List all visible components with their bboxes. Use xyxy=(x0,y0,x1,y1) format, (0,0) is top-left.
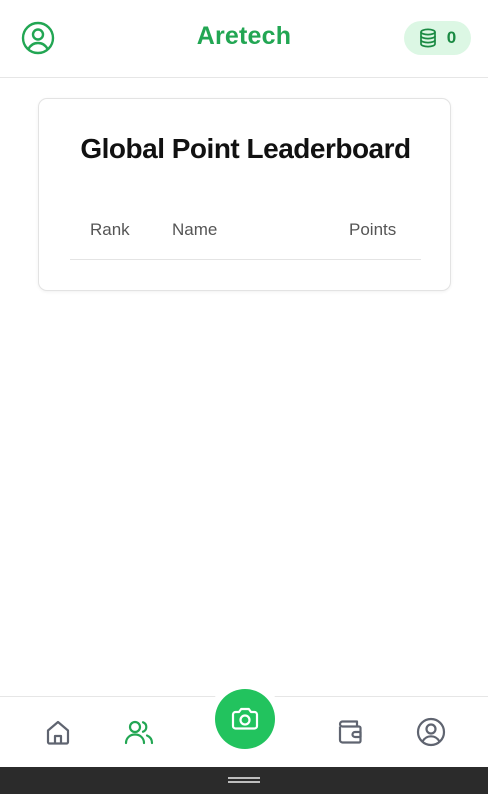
leaderboard-title: Global Point Leaderboard xyxy=(80,133,411,164)
nav-profile[interactable] xyxy=(414,715,448,749)
coins-stack-icon xyxy=(419,28,436,48)
home-gesture-handle[interactable] xyxy=(228,777,260,783)
column-header-rank: Rank xyxy=(90,220,130,239)
column-header-points: Points xyxy=(349,220,397,239)
system-navigation-bar xyxy=(0,767,488,794)
nav-wallet[interactable] xyxy=(333,715,367,749)
app-screen: Aretech 0 Global Point Leaderboard Rank … xyxy=(0,0,488,794)
camera-icon xyxy=(231,707,259,730)
nav-home[interactable] xyxy=(41,715,75,749)
table-header-divider xyxy=(70,259,421,260)
coin-count: 0 xyxy=(446,28,457,47)
camera-button[interactable] xyxy=(215,689,275,749)
top-header: Aretech 0 xyxy=(0,0,488,78)
nav-community[interactable] xyxy=(122,715,156,749)
wallet-icon xyxy=(338,720,362,744)
users-icon xyxy=(124,720,154,745)
leaderboard-card: Global Point Leaderboard Rank Name Point… xyxy=(38,98,451,291)
coin-balance-badge[interactable]: 0 xyxy=(404,21,471,55)
home-icon xyxy=(46,720,70,745)
user-circle-icon xyxy=(416,717,446,747)
column-header-name: Name xyxy=(172,220,218,239)
